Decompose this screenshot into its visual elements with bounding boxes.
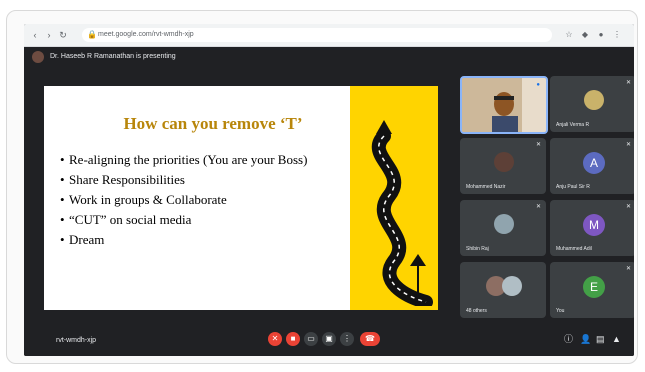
- slide-bullet: Work in groups & Collaborate: [60, 192, 350, 208]
- activities-icon[interactable]: ▲: [612, 334, 621, 344]
- participant-name: You: [556, 308, 565, 314]
- mic-off-icon: ✕: [625, 142, 631, 148]
- participant-tile[interactable]: ✕ M Muhammed Adil: [550, 200, 634, 256]
- participant-photo: [494, 214, 514, 234]
- participant-photo: [584, 90, 604, 110]
- presenter-video: [460, 76, 548, 134]
- extension-icon[interactable]: ◆: [580, 29, 590, 41]
- slide-bullet: Re-aligning the priorities (You are your…: [60, 152, 350, 168]
- meeting-code: rvt-wmdh-xjp: [56, 337, 97, 344]
- participant-tile-self[interactable]: ✕ E You: [550, 262, 634, 318]
- browser-toolbar: ‹ › ↻ 🔒 meet.google.com/rvt-wmdh-xjp ☆ ◆…: [24, 24, 634, 47]
- participant-photo: [494, 152, 514, 172]
- more-options-button[interactable]: ⋮: [340, 332, 354, 346]
- slide-title: How can you remove ‘T’: [123, 114, 303, 133]
- participant-tile[interactable]: ✕ Mohammed Nazir: [460, 138, 546, 194]
- monitor-frame: ‹ › ↻ 🔒 meet.google.com/rvt-wmdh-xjp ☆ ◆…: [0, 0, 645, 372]
- participant-name: Anjali Verma R: [556, 122, 590, 128]
- speaking-icon: ●: [536, 82, 540, 88]
- participant-tile[interactable]: ✕ Anjali Verma R: [550, 76, 634, 132]
- slide-bullet-list: Re-aligning the priorities (You are your…: [60, 152, 350, 252]
- star-icon[interactable]: ☆: [564, 29, 574, 41]
- reload-icon[interactable]: ↻: [58, 30, 68, 40]
- forward-icon[interactable]: ›: [44, 30, 54, 40]
- participant-name: Anju Paul Sir R: [556, 184, 590, 190]
- present-button[interactable]: ▣: [322, 332, 336, 346]
- participant-tile-presenter[interactable]: ●: [460, 76, 548, 134]
- slide-bullet: Dream: [60, 232, 350, 248]
- back-icon[interactable]: ‹: [30, 30, 40, 40]
- mic-toggle-button[interactable]: ✕: [268, 332, 282, 346]
- participant-tile-others[interactable]: 48 others: [460, 262, 546, 318]
- profile-icon[interactable]: ●: [596, 29, 606, 41]
- mic-off-icon: ✕: [625, 266, 631, 272]
- participant-initial-avatar: M: [583, 214, 605, 236]
- slide-bullet: “CUT” on social media: [60, 212, 350, 228]
- address-bar[interactable]: 🔒 meet.google.com/rvt-wmdh-xjp: [82, 28, 552, 42]
- url-text: meet.google.com/rvt-wmdh-xjp: [98, 31, 194, 38]
- participant-name: 48 others: [466, 308, 487, 314]
- participant-name: Muhammed Adil: [556, 246, 592, 252]
- mic-off-icon: ✕: [535, 142, 541, 148]
- meeting-controls-bar: rvt-wmdh-xjp ✕ ■ ▭ ▣ ⋮ ☎ ⓘ 👤 ▤ ▲: [24, 324, 634, 356]
- presenting-label: Dr. Haseeb R Ramanathan is presenting: [50, 53, 176, 60]
- chat-icon[interactable]: ▤: [596, 334, 605, 344]
- participant-initial-avatar: A: [583, 152, 605, 174]
- leave-call-button[interactable]: ☎: [360, 332, 380, 346]
- slide-bullet: Share Responsibilities: [60, 172, 350, 188]
- mic-off-icon: ✕: [625, 204, 631, 210]
- info-icon[interactable]: ⓘ: [564, 334, 573, 344]
- participant-tile[interactable]: ✕ A Anju Paul Sir R: [550, 138, 634, 194]
- participant-name: Mohammed Nazir: [466, 184, 506, 190]
- participant-initial-avatar: E: [583, 276, 605, 298]
- menu-icon[interactable]: ⋮: [612, 29, 622, 41]
- participant-tile[interactable]: ✕ Shibin Raj: [460, 200, 546, 256]
- slide-yellow-panel: [350, 86, 438, 310]
- browser-window: ‹ › ↻ 🔒 meet.google.com/rvt-wmdh-xjp ☆ ◆…: [24, 24, 634, 356]
- mic-off-icon: ✕: [535, 204, 541, 210]
- shared-slide: How can you remove ‘T’ Re-aligning the p…: [44, 86, 438, 310]
- lock-icon: 🔒: [87, 30, 97, 39]
- people-icon[interactable]: 👤: [580, 334, 591, 344]
- mic-off-icon: ✕: [625, 80, 631, 86]
- winding-road-icon: [371, 120, 433, 306]
- camera-toggle-button[interactable]: ■: [286, 332, 300, 346]
- participant-name: Shibin Raj: [466, 246, 489, 252]
- presenting-banner: Dr. Haseeb R Ramanathan is presenting: [24, 47, 634, 67]
- captions-button[interactable]: ▭: [304, 332, 318, 346]
- presenter-avatar: [32, 51, 44, 63]
- group-photos-icon: [502, 276, 522, 296]
